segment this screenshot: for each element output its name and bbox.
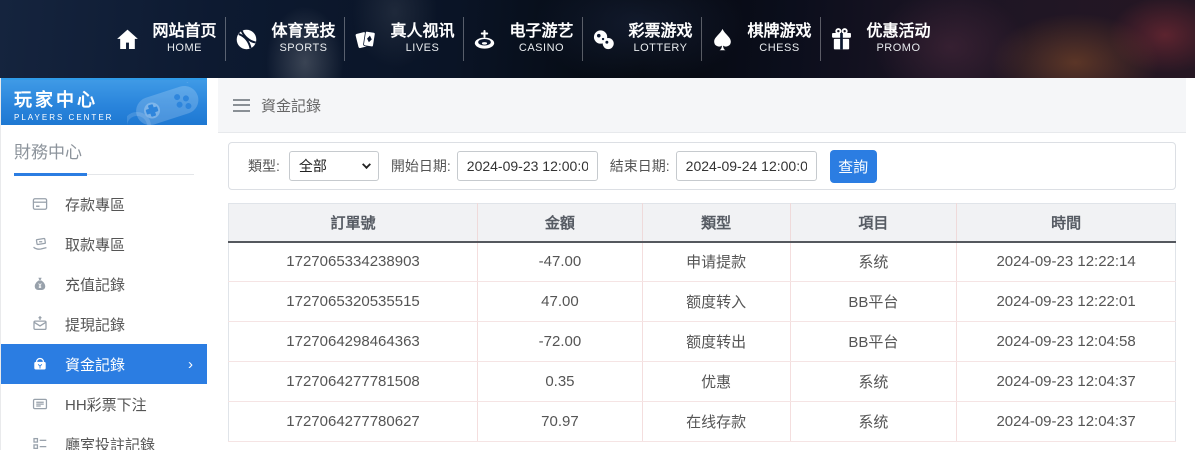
table-cell: 额度转入 bbox=[641, 281, 791, 322]
table-cell: -72.00 bbox=[477, 321, 643, 362]
table-cell: 47.00 bbox=[477, 281, 643, 322]
deposit-icon bbox=[31, 195, 49, 213]
table-cell: 优惠 bbox=[641, 361, 791, 402]
table-header-cell: 項目 bbox=[789, 203, 957, 243]
table-cell: 1727064277781508 bbox=[228, 361, 478, 402]
nav-item-sports[interactable]: 体育竞技 SPORTS bbox=[225, 13, 344, 65]
table-cell: 1727064277780627 bbox=[228, 401, 478, 442]
end-date-input[interactable] bbox=[675, 151, 817, 181]
sidebar-item[interactable]: 取款專區 › bbox=[1, 224, 207, 264]
table-header-cell: 類型 bbox=[641, 203, 791, 243]
table-header-cell: 訂單號 bbox=[228, 203, 478, 243]
start-date-input[interactable] bbox=[456, 151, 598, 181]
table-row: 1727064277781508 0.35 优惠 系统 2024-09-23 12:04… bbox=[228, 361, 1176, 402]
table-header-cell: 金額 bbox=[477, 203, 643, 243]
table-cell: 2024-09-23 12:04:37 bbox=[956, 401, 1176, 442]
breadcrumb: 資金記錄 bbox=[218, 78, 1186, 133]
table-cell: -47.00 bbox=[477, 241, 643, 282]
table-row: 1727065320535515 47.00 额度转入 BB平台 2024-09-23 … bbox=[228, 281, 1176, 322]
nav-item-lives[interactable]: 真人视讯 LIVES bbox=[344, 13, 463, 65]
sidebar-subtitle: PLAYERS CENTER bbox=[14, 113, 114, 122]
table-row: 1727065334238903 -47.00 申请提款 系统 2024-09-23 1… bbox=[228, 241, 1176, 282]
players-center-header: 玩家中心 PLAYERS CENTER bbox=[1, 78, 207, 125]
table-cell: 2024-09-23 12:22:14 bbox=[956, 241, 1176, 282]
table-cell: 2024-09-23 12:04:37 bbox=[956, 361, 1176, 402]
nav-items: 网站首页 HOME 体育竞技 SPORTS 真人视讯 LIVES 电子游艺 CA… bbox=[0, 0, 1195, 78]
table-cell: 1727065320535515 bbox=[228, 281, 478, 322]
nav-item-home[interactable]: 网站首页 HOME bbox=[106, 13, 225, 65]
sidebar-menu: 存款專區 › 取款專區 › 充值記錄 › 提現記錄 › 資金記錄 › HH彩票下… bbox=[1, 184, 207, 450]
body-row: 玩家中心 PLAYERS CENTER 財務中心 存款專區 › 取款專區 › 充… bbox=[0, 78, 1195, 450]
type-select[interactable]: 全部 bbox=[288, 151, 379, 181]
finance-center-section-title: 財務中心 bbox=[14, 138, 194, 176]
filter-bar: 類型: 全部 開始日期: 結束日期: 查詢 bbox=[228, 142, 1176, 190]
funds-record-icon bbox=[31, 355, 49, 373]
table-cell: 在线存款 bbox=[641, 401, 791, 442]
main: 資金記錄 類型: 全部 開始日期: 結束日期: 查詢 bbox=[218, 78, 1186, 450]
sidebar-item[interactable]: HH彩票下注 › bbox=[1, 384, 207, 424]
table-cell: 0.35 bbox=[477, 361, 643, 402]
nav-item-chess[interactable]: 棋牌游戏 CHESS bbox=[701, 13, 820, 65]
table-cell: 系统 bbox=[789, 361, 957, 402]
table-header-cell: 時間 bbox=[956, 203, 1176, 243]
sidebar-item[interactable]: 提現記錄 › bbox=[1, 304, 207, 344]
playing-cards-icon bbox=[352, 26, 379, 53]
top-nav: 网站首页 HOME 体育竞技 SPORTS 真人视讯 LIVES 电子游艺 CA… bbox=[0, 0, 1195, 78]
cashout-record-icon bbox=[31, 315, 49, 333]
sidebar: 玩家中心 PLAYERS CENTER 財務中心 存款專區 › 取款專區 › 充… bbox=[0, 78, 207, 450]
content: 類型: 全部 開始日期: 結束日期: 查詢 bbox=[218, 133, 1186, 442]
table-cell: 70.97 bbox=[477, 401, 643, 442]
page-title: 資金記錄 bbox=[261, 97, 322, 115]
table-cell: 1727064298464363 bbox=[228, 321, 478, 362]
room-bet-record-icon bbox=[31, 435, 49, 450]
table-cell: 2024-09-23 12:22:01 bbox=[956, 281, 1176, 322]
chevron-right-icon: › bbox=[188, 355, 193, 373]
sidebar-item[interactable]: 資金記錄 › bbox=[1, 344, 207, 384]
nav-item-casino[interactable]: 电子游艺 CASINO bbox=[463, 13, 582, 65]
table-cell: BB平台 bbox=[789, 281, 957, 322]
table-cell: 系统 bbox=[789, 241, 957, 282]
sidebar-item[interactable]: 充值記錄 › bbox=[1, 264, 207, 304]
nav-item-lottery[interactable]: 彩票游戏 LOTTERY bbox=[582, 13, 701, 65]
funds-table: 訂單號 金額 類型 項目 時間 1727065334238903 -47.00 申请提款 系统… bbox=[228, 203, 1176, 442]
sidebar-title: 玩家中心 bbox=[14, 90, 98, 110]
app: 网站首页 HOME 体育竞技 SPORTS 真人视讯 LIVES 电子游艺 CA… bbox=[0, 0, 1195, 450]
table-cell: 申请提款 bbox=[641, 241, 791, 282]
sports-ball-icon bbox=[233, 26, 260, 53]
search-button[interactable]: 查詢 bbox=[829, 149, 877, 183]
table-cell: BB平台 bbox=[789, 321, 957, 362]
table-cell: 1727065334238903 bbox=[228, 241, 478, 282]
spade-icon bbox=[709, 26, 736, 53]
home-icon bbox=[114, 26, 141, 53]
table-cell: 2024-09-23 12:04:58 bbox=[956, 321, 1176, 362]
nav-item-promo[interactable]: 优惠活动 PROMO bbox=[820, 13, 939, 65]
table-row: 1727064277780627 70.97 在线存款 系统 2024-09-23 12… bbox=[228, 401, 1176, 442]
table-cell: 系统 bbox=[789, 401, 957, 442]
type-select-wrap: 全部 bbox=[288, 151, 379, 181]
roulette-icon bbox=[471, 26, 498, 53]
gift-icon bbox=[828, 26, 855, 53]
table-row: 1727064298464363 -72.00 额度转出 BB平台 2024-09-23… bbox=[228, 321, 1176, 362]
sidebar-item[interactable]: 存款專區 › bbox=[1, 184, 207, 224]
withdraw-icon bbox=[31, 235, 49, 253]
lottery-balls-icon bbox=[590, 26, 617, 53]
funds-table-wrap: 訂單號 金額 類型 項目 時間 1727065334238903 -47.00 申请提款 系统… bbox=[228, 203, 1176, 442]
table-cell: 额度转出 bbox=[641, 321, 791, 362]
sidebar-item[interactable]: 廳室投註記錄 › bbox=[1, 424, 207, 450]
table-header-row: 訂單號 金額 類型 項目 時間 bbox=[228, 203, 1176, 243]
menu-icon[interactable] bbox=[233, 98, 250, 112]
end-date-label: 結束日期: bbox=[609, 158, 670, 174]
type-label: 類型: bbox=[248, 158, 280, 174]
recharge-record-icon bbox=[31, 275, 49, 293]
lottery-bet-icon bbox=[31, 395, 49, 413]
start-date-label: 開始日期: bbox=[390, 158, 451, 174]
